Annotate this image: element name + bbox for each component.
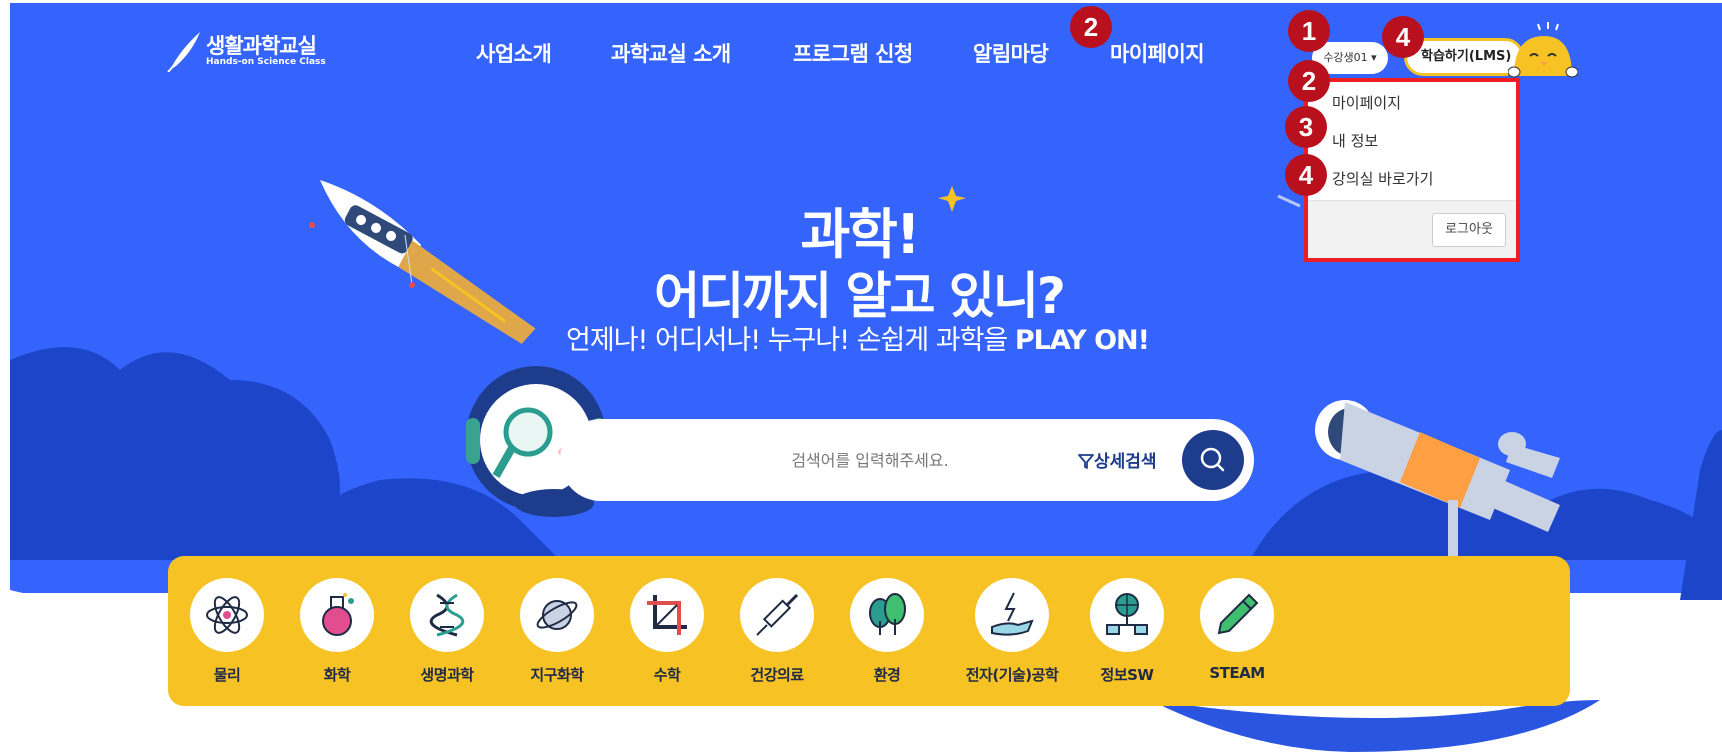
category-earth-science[interactable]: 지구화학 [502, 578, 612, 685]
mascot-chick-icon [1508, 22, 1578, 78]
trees-icon [869, 593, 906, 635]
category-physics[interactable]: 물리 [172, 578, 282, 685]
dna-icon [429, 593, 465, 637]
planet-icon [536, 600, 578, 630]
category-environment[interactable]: 환경 [832, 578, 942, 685]
nav-item-business[interactable]: 사업소개 [476, 38, 552, 68]
hand-lightning-icon [991, 592, 1034, 636]
category-label: 정보SW [1100, 666, 1154, 684]
hero-section: 생활과학교실 Hands-on Science Class 사업소개 과학교실 … [0, 0, 1722, 752]
nav-item-notice[interactable]: 알림마당 [973, 38, 1049, 68]
dropdown-item-classroom[interactable]: 강의실 바로가기 [1332, 168, 1433, 189]
pencil-icon [1217, 593, 1259, 635]
hero-subtitle: 언제나! 어디서나! 누구나! 손쉽게 과학을 PLAY ON! [0, 318, 1722, 357]
network-globe-icon [1106, 593, 1148, 635]
category-bar: 물리 화학 생명과학 지구화학 수학 건강의료 환경 전자(기술)공학 정보SW… [168, 556, 1570, 706]
site-logo[interactable]: 생활과학교실 Hands-on Science Class [166, 28, 326, 72]
filter-icon [1078, 454, 1094, 469]
annotation-badge: 2 [1070, 6, 1112, 48]
search-bar: 상세검색 [560, 419, 1254, 501]
category-label: 생명과학 [420, 666, 474, 684]
nav-item-program-apply[interactable]: 프로그램 신청 [793, 38, 913, 68]
category-health-medical[interactable]: 건강의료 [722, 578, 832, 685]
annotation-badge: 4 [1382, 16, 1424, 58]
category-label: STEAM [1209, 664, 1265, 682]
category-life-science[interactable]: 생명과학 [392, 578, 502, 685]
category-label: 지구화학 [530, 666, 584, 684]
logo-title: 생활과학교실 [206, 34, 317, 58]
category-label: 수학 [653, 666, 681, 684]
dropdown-item-mypage[interactable]: 마이페이지 [1332, 92, 1401, 113]
dropdown-item-my-info[interactable]: 내 정보 [1332, 130, 1378, 151]
category-label: 전자(기술)공학 [965, 666, 1059, 684]
search-input[interactable] [730, 441, 1010, 479]
category-steam[interactable]: STEAM [1182, 578, 1292, 682]
category-electronic-engineering[interactable]: 전자(기술)공학 [942, 578, 1082, 685]
category-math[interactable]: 수학 [612, 578, 722, 685]
advanced-search-button[interactable]: 상세검색 [1078, 447, 1157, 472]
logo-leaf-icon [167, 32, 200, 72]
category-label: 물리 [213, 666, 241, 684]
flask-icon [322, 593, 354, 636]
crop-tool-icon [647, 595, 687, 635]
logo-subtitle: Hands-on Science Class [206, 57, 326, 67]
atom-icon [206, 596, 248, 634]
nav-item-class-intro[interactable]: 과학교실 소개 [611, 38, 731, 68]
category-label: 환경 [873, 666, 901, 684]
category-software[interactable]: 정보SW [1072, 578, 1182, 685]
search-icon [1200, 447, 1225, 472]
nav-item-mypage[interactable]: 마이페이지 [1110, 38, 1205, 68]
annotation-badge: 3 [1285, 106, 1327, 148]
search-button[interactable] [1182, 430, 1244, 490]
hero-subtitle-emphasis: PLAY ON! [1014, 325, 1150, 356]
advanced-search-label: 상세검색 [1094, 452, 1157, 472]
category-chemistry[interactable]: 화학 [282, 578, 392, 685]
hero-subtitle-text: 언제나! 어디서나! 누구나! 손쉽게 과학을 [566, 325, 1015, 356]
syringe-icon [756, 593, 799, 636]
annotation-badge: 2 [1288, 60, 1330, 102]
category-label: 건강의료 [750, 666, 804, 684]
annotation-badge: 1 [1288, 10, 1330, 52]
category-label: 화학 [323, 666, 351, 684]
